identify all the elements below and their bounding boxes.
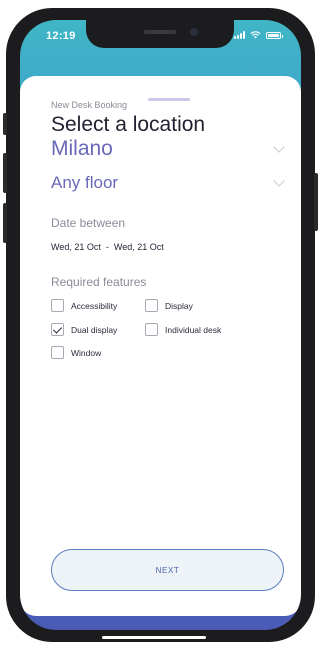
floor-value: Any floor [51,173,119,192]
next-button[interactable]: NEXT [51,549,284,591]
checkbox-label: Display [165,300,193,311]
features-label: Required features [51,275,147,289]
speaker [144,30,176,34]
checkbox[interactable] [145,323,158,336]
date-to[interactable]: Wed, 21 Oct [114,242,164,252]
status-time: 12:19 [46,30,76,42]
battery-icon [266,31,283,39]
volume-down-button [3,203,7,243]
feature-option-accessibility[interactable]: Accessibility [51,299,117,312]
checkbox-label: Window [71,347,102,358]
home-indicator[interactable] [102,636,206,639]
checkbox[interactable] [51,299,64,312]
phone-frame: 12:19 New Desk Booking Select a location [3,8,318,642]
page-title: Select a location [51,113,206,136]
location-value: Milano [51,137,113,160]
checkbox[interactable] [51,346,64,359]
power-button [314,173,318,231]
location-picker[interactable]: Milano [51,137,289,161]
signal-bars-icon [234,31,245,39]
date-separator: - [105,242,109,252]
feature-option-dual-display[interactable]: Dual display [51,323,117,336]
volume-up-button [3,153,7,193]
checkbox-label: Individual desk [165,324,222,335]
chevron-down-icon [273,141,285,153]
feature-option-individual-desk[interactable]: Individual desk [145,323,221,336]
chevron-down-icon [273,175,285,187]
mute-switch [3,113,7,135]
screen: 12:19 New Desk Booking Select a location [20,20,301,630]
sheet-drag-handle[interactable] [148,98,190,101]
feature-option-window[interactable]: Window [51,346,101,359]
notch [86,20,234,48]
wifi-icon [250,31,261,39]
date-range-label: Date between [51,216,126,230]
checkbox[interactable] [51,323,64,336]
front-camera [190,28,198,36]
status-icons [234,31,283,39]
checkbox[interactable] [145,299,158,312]
page-overline: New Desk Booking [51,100,128,110]
checkbox-label: Accessibility [71,300,118,311]
feature-option-display[interactable]: Display [145,299,193,312]
date-from[interactable]: Wed, 21 Oct [51,242,101,252]
checkbox-label: Dual display [71,324,118,335]
date-range: Wed, 21 Oct - Wed, 21 Oct [51,242,164,252]
floor-picker[interactable]: Any floor [51,173,289,193]
